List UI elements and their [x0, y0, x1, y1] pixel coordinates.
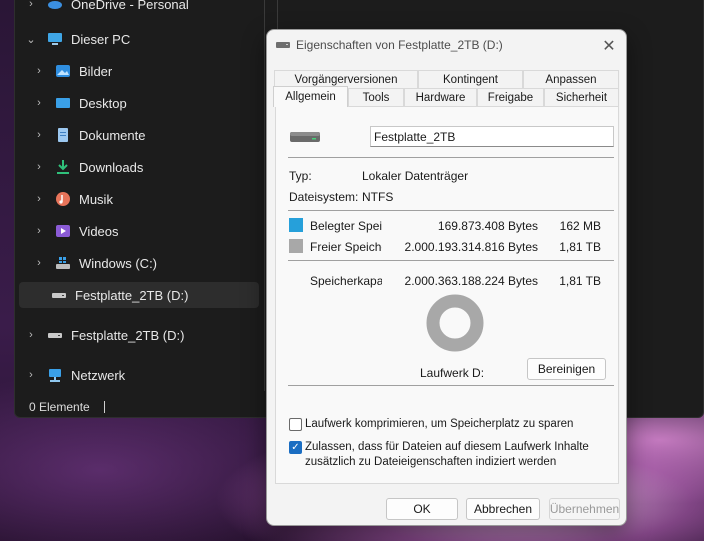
filesystem-value: NTFS: [362, 190, 394, 204]
tab-freigabe[interactable]: Freigabe: [477, 88, 544, 106]
nav-item-festplatte-selected[interactable]: Festplatte_2TB (D:): [19, 282, 259, 308]
type-value: Lokaler Datenträger: [362, 169, 469, 183]
cleanup-button[interactable]: Bereinigen: [527, 358, 606, 380]
drive-icon: [47, 327, 63, 343]
chevron-right-icon: ›: [29, 0, 33, 10]
tab-tools[interactable]: Tools: [348, 88, 404, 106]
usage-donut-chart: [426, 294, 484, 352]
desktop-icon: [55, 95, 71, 111]
drive-icon: [276, 40, 290, 50]
chevron-right-icon: ›: [37, 97, 41, 109]
pane-divider: [277, 0, 278, 31]
tab-kontingent[interactable]: Kontingent: [418, 70, 523, 88]
windows-drive-icon: [55, 255, 71, 271]
dialog-title: Eigenschaften von Festplatte_2TB (D:): [296, 38, 503, 52]
nav-item-bilder[interactable]: › Bilder: [33, 58, 112, 84]
tab-allgemein[interactable]: Allgemein: [273, 86, 348, 107]
navigation-pane[interactable]: › OneDrive - Personal ⌄ Dieser PC › Bild…: [15, 0, 265, 391]
used-space-bytes: 169.873.408 Bytes: [437, 219, 538, 233]
properties-dialog[interactable]: Eigenschaften von Festplatte_2TB (D:) ✕ …: [266, 29, 627, 526]
compress-label: Laufwerk komprimieren, um Speicherplatz …: [305, 418, 574, 430]
capacity-size: 1,81 TB: [559, 274, 601, 288]
index-label-line2: zusätzlich zu Dateieigenschaften indizie…: [305, 456, 557, 468]
free-space-swatch: [289, 239, 303, 253]
divider: [288, 157, 614, 158]
nav-item-netzwerk[interactable]: › Netzwerk: [25, 362, 125, 388]
chevron-right-icon: ›: [37, 225, 41, 237]
divider: [288, 210, 614, 211]
used-space-label: Belegter Speich: [310, 219, 382, 233]
filesystem-label: Dateisystem:: [289, 190, 359, 204]
apply-button[interactable]: Übernehmen: [549, 498, 620, 520]
drive-caption: Laufwerk D:: [420, 366, 485, 380]
free-space-bytes: 2.000.193.314.816 Bytes: [404, 240, 538, 254]
nav-item-downloads[interactable]: › Downloads: [33, 154, 143, 180]
nav-item-label: Netzwerk: [71, 367, 126, 383]
nav-item-musik[interactable]: › Musik: [33, 186, 113, 212]
close-icon[interactable]: ✕: [598, 35, 620, 57]
nav-item-label: Festplatte_2TB (D:): [75, 287, 189, 303]
cloud-icon: [47, 0, 63, 12]
type-label: Typ:: [289, 169, 312, 183]
capacity-bytes: 2.000.363.188.224 Bytes: [404, 274, 538, 288]
drive-large-icon: [290, 130, 320, 147]
documents-icon: [55, 127, 71, 143]
used-space-swatch: [289, 218, 303, 232]
index-label-line1: Zulassen, dass für Dateien auf diesem La…: [305, 441, 589, 453]
nav-item-videos[interactable]: › Videos: [33, 218, 119, 244]
capacity-label: Speicherkapazi: [310, 274, 382, 288]
chevron-right-icon: ›: [29, 369, 33, 381]
chevron-right-icon: ›: [37, 65, 41, 77]
free-space-size: 1,81 TB: [559, 240, 601, 254]
nav-item-this-pc[interactable]: ⌄ Dieser PC: [25, 26, 130, 52]
nav-item-label: Downloads: [79, 159, 144, 175]
nav-item-festplatte-root[interactable]: › Festplatte_2TB (D:): [25, 322, 184, 348]
nav-item-label: Windows (C:): [79, 255, 158, 271]
tab-anpassen[interactable]: Anpassen: [523, 70, 619, 88]
pictures-icon: [55, 63, 71, 79]
tab-sicherheit[interactable]: Sicherheit: [544, 88, 619, 106]
divider: [288, 385, 614, 386]
compress-checkbox[interactable]: [289, 418, 302, 431]
network-icon: [47, 367, 63, 383]
item-count: 0 Elemente: [29, 400, 90, 414]
nav-item-dokumente[interactable]: › Dokumente: [33, 122, 145, 148]
music-icon: [55, 191, 71, 207]
nav-item-label: Festplatte_2TB (D:): [71, 327, 185, 343]
index-checkbox[interactable]: [289, 441, 302, 454]
chevron-down-icon: ⌄: [26, 33, 36, 46]
nav-item-label: Desktop: [79, 95, 127, 111]
drive-name-input[interactable]: [370, 126, 614, 147]
nav-item-onedrive[interactable]: › OneDrive - Personal: [25, 0, 189, 17]
chevron-right-icon: ›: [37, 193, 41, 205]
chevron-right-icon: ›: [37, 161, 41, 173]
nav-item-label: Videos: [79, 223, 119, 239]
nav-item-windows-c[interactable]: › Windows (C:): [33, 250, 157, 276]
cancel-button[interactable]: Abbrechen: [466, 498, 540, 520]
dialog-titlebar[interactable]: Eigenschaften von Festplatte_2TB (D:) ✕: [267, 30, 626, 60]
chevron-right-icon: ›: [37, 129, 41, 141]
downloads-icon: [55, 159, 71, 175]
divider: [288, 260, 614, 261]
general-tab-panel: Typ: Lokaler Datenträger Dateisystem: NT…: [275, 106, 619, 484]
chevron-right-icon: ›: [37, 257, 41, 269]
nav-item-label: Bilder: [79, 63, 113, 79]
nav-item-label: OneDrive - Personal: [71, 0, 189, 12]
videos-icon: [55, 223, 71, 239]
nav-item-label: Dieser PC: [71, 31, 131, 47]
ok-button[interactable]: OK: [386, 498, 458, 520]
chevron-right-icon: ›: [29, 329, 33, 341]
nav-item-label: Musik: [79, 191, 113, 207]
free-space-label: Freier Speicher: [310, 240, 382, 254]
drive-icon: [51, 287, 67, 303]
nav-item-label: Dokumente: [79, 127, 146, 143]
free-space-ring: [426, 294, 484, 352]
tab-hardware[interactable]: Hardware: [404, 88, 477, 106]
status-separator: [103, 401, 105, 413]
used-space-size: 162 MB: [559, 219, 601, 233]
nav-item-desktop[interactable]: › Desktop: [33, 90, 127, 116]
computer-icon: [47, 31, 63, 47]
